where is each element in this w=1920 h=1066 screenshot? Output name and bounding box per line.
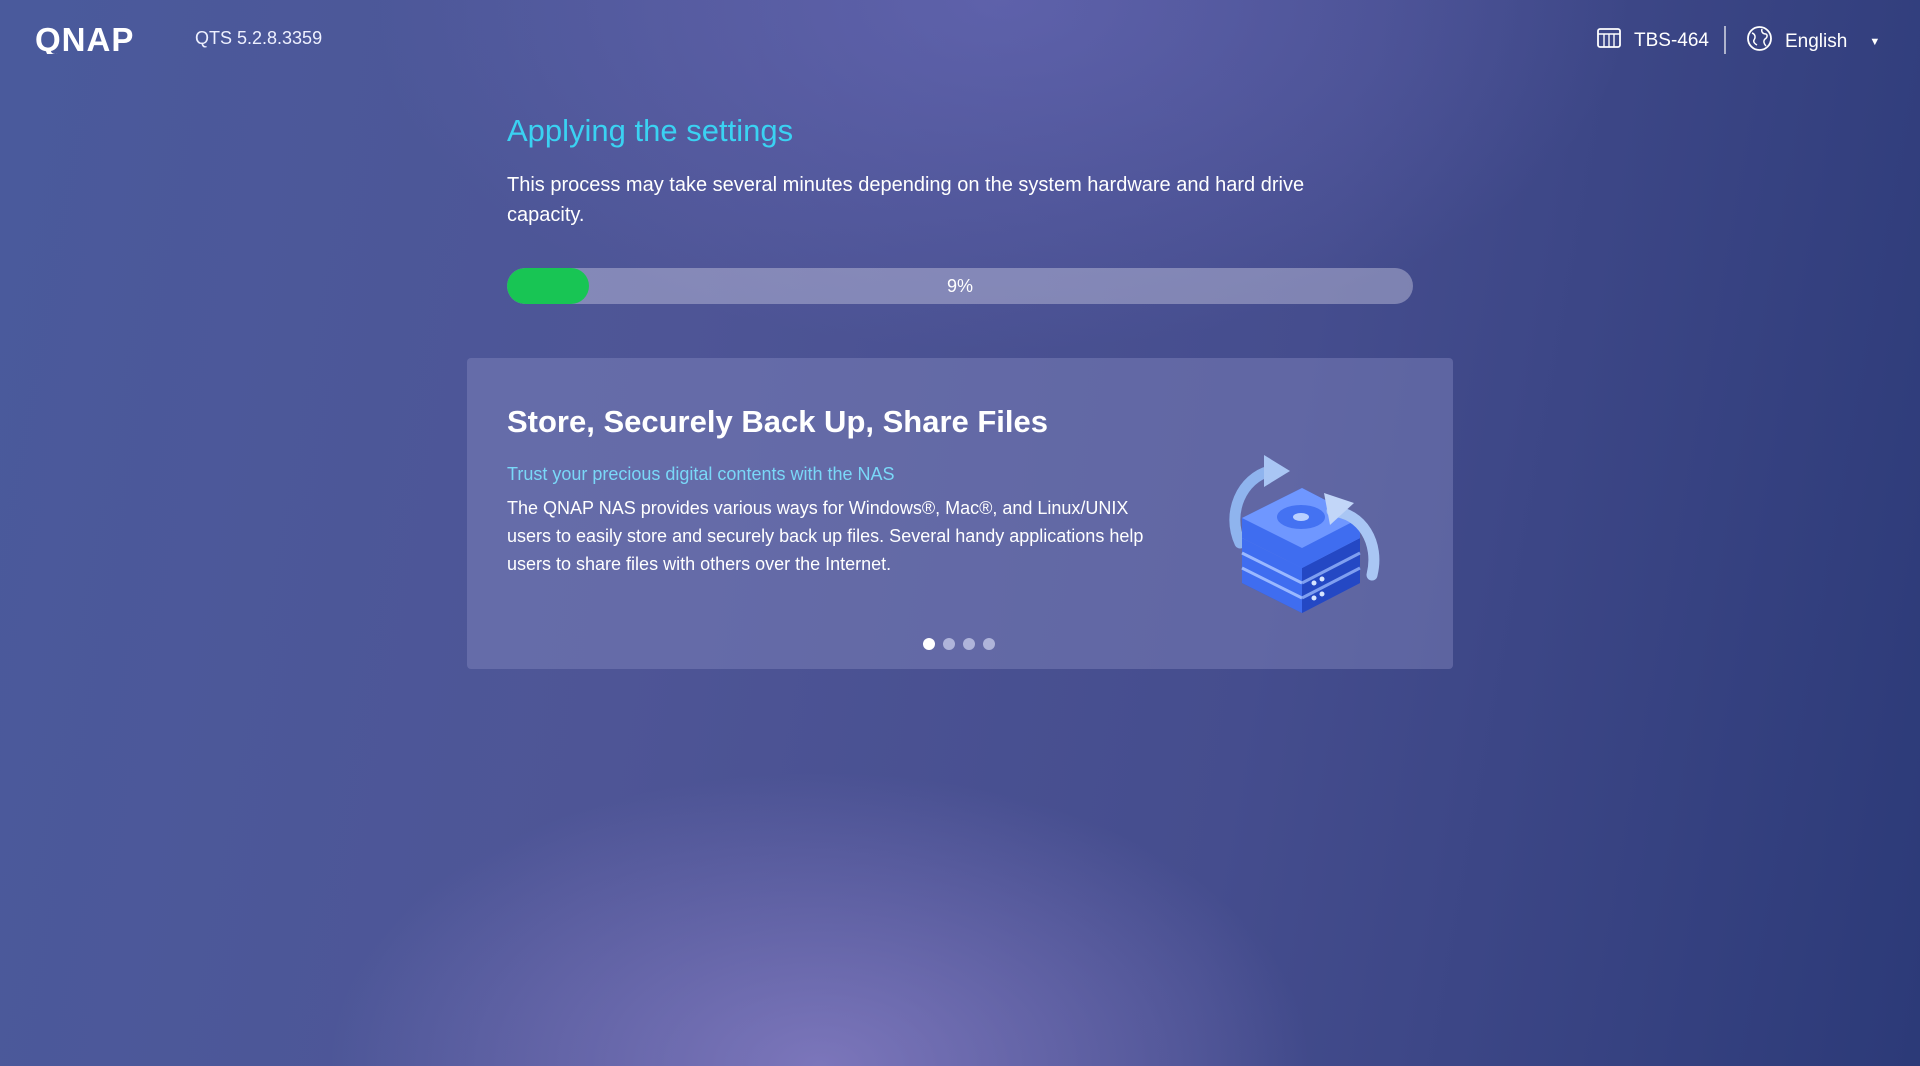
- progress-label: 9%: [946, 276, 973, 296]
- globe-icon: [1746, 25, 1773, 58]
- qnap-logo: QNAP: [35, 24, 134, 54]
- caret-down-icon: ▼: [1869, 35, 1881, 48]
- slide-title: Store, Securely Back Up, Share Files: [507, 404, 1049, 439]
- page-description: This process may take several minutes de…: [507, 174, 1305, 226]
- carousel-pagination: [923, 638, 995, 650]
- top-bar: QNAP QTS 5.2.8.3359 TBS-464 English ▼: [0, 0, 1920, 80]
- progress-bar: 9%: [507, 268, 1413, 304]
- firmware-version: QTS 5.2.8.3359: [195, 28, 323, 48]
- slide-body: The QNAP NAS provides various ways for W…: [507, 498, 1144, 574]
- model-name: TBS-464: [1634, 30, 1709, 51]
- nas-device-icon: [1596, 26, 1622, 56]
- language-selector[interactable]: English ▼: [1746, 25, 1880, 58]
- device-model: TBS-464: [1596, 26, 1709, 56]
- svg-text:QNAP: QNAP: [35, 24, 134, 54]
- page-title: Applying the settings: [507, 113, 794, 148]
- header-divider: [1724, 26, 1726, 54]
- slide-subtitle: Trust your precious digital contents wit…: [507, 464, 895, 484]
- carousel-dot-4[interactable]: [983, 638, 995, 650]
- feature-carousel: Store, Securely Back Up, Share Files Tru…: [467, 358, 1453, 669]
- storage-backup-icon: [1212, 453, 1402, 633]
- carousel-dot-2[interactable]: [943, 638, 955, 650]
- language-label: English: [1785, 30, 1848, 52]
- carousel-dot-3[interactable]: [963, 638, 975, 650]
- carousel-dot-1[interactable]: [923, 638, 935, 650]
